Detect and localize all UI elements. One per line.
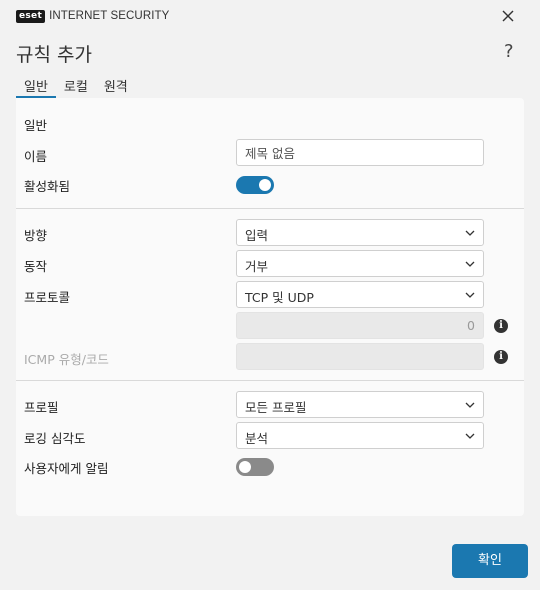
page-title: 규칙 추가 [16, 44, 92, 66]
tab-bar: 일반 로컬 원격 [16, 72, 136, 98]
tab-remote[interactable]: 원격 [96, 72, 136, 98]
notify-user-label: 사용자에게 알림 [24, 461, 109, 476]
divider [16, 380, 524, 381]
profile-label: 프로필 [24, 400, 59, 415]
toggle-knob [259, 179, 271, 191]
chevron-down-icon [465, 402, 475, 408]
log-severity-label: 로깅 심각도 [24, 431, 86, 446]
action-select[interactable]: 거부 [236, 250, 484, 277]
chevron-down-icon [465, 230, 475, 236]
title-bar: eset INTERNET SECURITY [0, 0, 540, 32]
logo-badge: eset [16, 9, 46, 23]
info-icon[interactable]: i [494, 350, 508, 364]
log-severity-select[interactable]: 분석 [236, 422, 484, 449]
log-severity-value: 분석 [245, 431, 269, 446]
toggle-knob [239, 461, 251, 473]
protocol-select[interactable]: TCP 및 UDP [236, 281, 484, 308]
enabled-label: 활성화됨 [24, 179, 71, 194]
eset-logo: eset INTERNET SECURITY [16, 9, 169, 23]
direction-value: 입력 [245, 228, 269, 243]
protocol-number-field: 0 [236, 312, 484, 339]
direction-label: 방향 [24, 228, 48, 243]
help-button[interactable]: ? [504, 41, 514, 62]
chevron-down-icon [465, 261, 475, 267]
name-input[interactable] [236, 139, 484, 166]
icmp-label: ICMP 유형/코드 [24, 352, 109, 367]
action-value: 거부 [245, 259, 269, 274]
profile-value: 모든 프로필 [245, 400, 307, 415]
general-panel: 일반 이름 활성화됨 방향 입력 동작 거부 프로토콜 TCP 및 UDP 0 … [16, 98, 524, 516]
divider [16, 208, 524, 209]
chevron-down-icon [465, 292, 475, 298]
section-title-general: 일반 [24, 118, 48, 133]
profile-select[interactable]: 모든 프로필 [236, 391, 484, 418]
close-button[interactable] [496, 6, 520, 28]
info-icon[interactable]: i [494, 319, 508, 333]
tab-general[interactable]: 일반 [16, 72, 56, 98]
protocol-value: TCP 및 UDP [245, 290, 314, 305]
close-icon [502, 10, 514, 22]
name-label: 이름 [24, 149, 48, 164]
tab-local[interactable]: 로컬 [56, 72, 96, 98]
ok-button[interactable]: 확인 [452, 544, 528, 578]
product-name: INTERNET SECURITY [49, 10, 170, 22]
protocol-label: 프로토콜 [24, 290, 71, 305]
icmp-field [236, 343, 484, 370]
notify-user-toggle[interactable] [236, 458, 274, 476]
direction-select[interactable]: 입력 [236, 219, 484, 246]
chevron-down-icon [465, 433, 475, 439]
enabled-toggle[interactable] [236, 176, 274, 194]
action-label: 동작 [24, 259, 48, 274]
